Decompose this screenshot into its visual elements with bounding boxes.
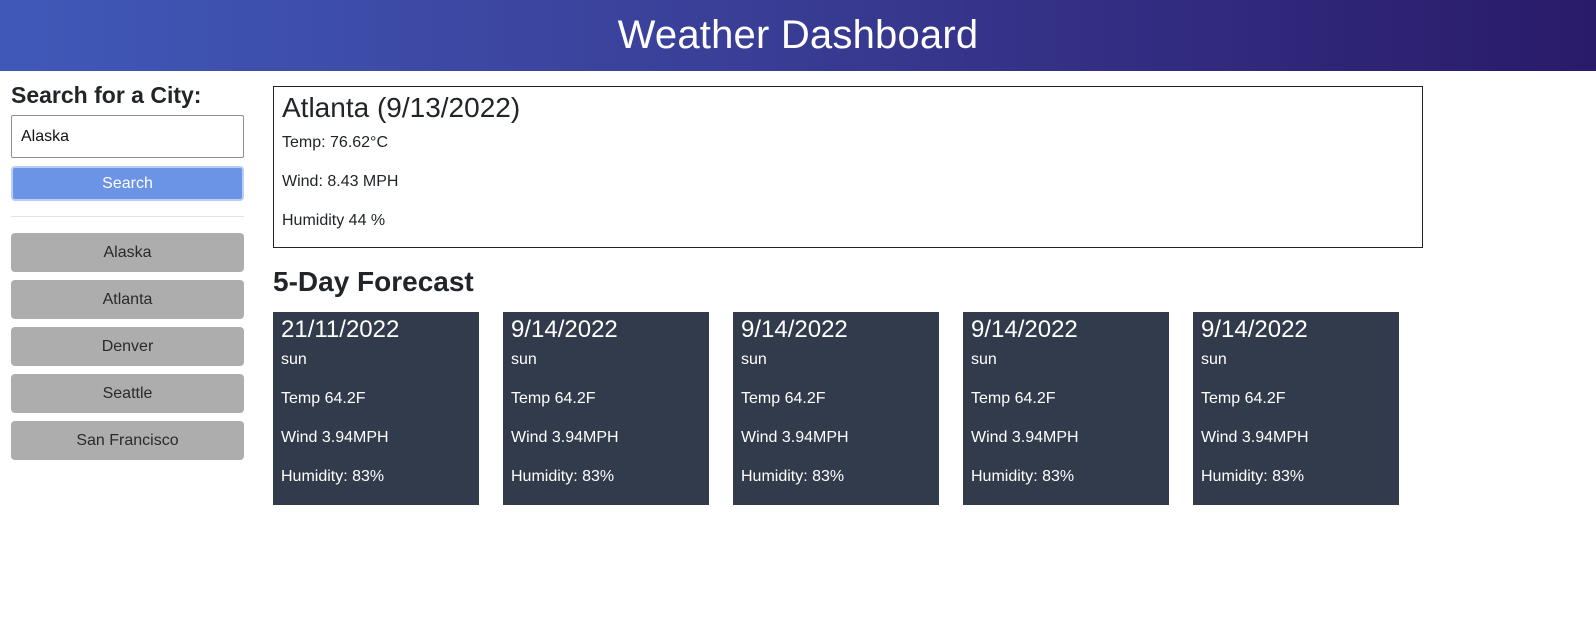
forecast-condition: sun (281, 351, 307, 368)
forecast-wind: Wind 3.94MPH (971, 429, 1079, 446)
forecast-wind: Wind 3.94MPH (741, 429, 849, 446)
forecast-humidity: Humidity: 83% (511, 468, 615, 485)
forecast-condition: sun (1201, 351, 1227, 368)
page-header: Weather Dashboard (0, 0, 1596, 71)
current-city-date: Atlanta (9/13/2022) (282, 92, 521, 123)
sidebar-divider (11, 216, 244, 217)
sidebar: Search for a City: Search Alaska Atlanta… (11, 80, 244, 468)
current-weather-panel: Atlanta (9/13/2022) Temp: 76.62°C Wind: … (273, 86, 1423, 248)
history-button-seattle[interactable]: Seattle (11, 374, 244, 413)
forecast-humidity: Humidity: 83% (1201, 468, 1305, 485)
forecast-date: 9/14/2022 (971, 316, 1078, 343)
forecast-wind: Wind 3.94MPH (511, 429, 619, 446)
forecast-card: 9/14/2022 sun Temp 64.2F Wind 3.94MPH Hu… (963, 312, 1169, 505)
forecast-date: 21/11/2022 (281, 316, 400, 343)
current-wind: Wind: 8.43 MPH (282, 173, 399, 190)
page-title: Weather Dashboard (617, 13, 979, 57)
forecast-humidity: Humidity: 83% (281, 468, 385, 485)
search-button[interactable]: Search (11, 166, 244, 201)
forecast-heading: 5-Day Forecast (273, 266, 474, 297)
forecast-cards: 21/11/2022 sun Temp 64.2F Wind 3.94MPH H… (273, 312, 1399, 505)
forecast-wind: Wind 3.94MPH (281, 429, 389, 446)
forecast-temp: Temp 64.2F (1201, 390, 1286, 407)
forecast-temp: Temp 64.2F (281, 390, 366, 407)
forecast-humidity: Humidity: 83% (971, 468, 1075, 485)
forecast-condition: sun (741, 351, 767, 368)
forecast-date: 9/14/2022 (511, 316, 618, 343)
current-humidity: Humidity 44 % (282, 212, 386, 229)
history-button-denver[interactable]: Denver (11, 327, 244, 366)
forecast-humidity: Humidity: 83% (741, 468, 845, 485)
forecast-card: 9/14/2022 sun Temp 64.2F Wind 3.94MPH Hu… (733, 312, 939, 505)
forecast-temp: Temp 64.2F (511, 390, 596, 407)
search-heading: Search for a City: (11, 82, 202, 108)
forecast-temp: Temp 64.2F (741, 390, 826, 407)
forecast-condition: sun (511, 351, 537, 368)
forecast-wind: Wind 3.94MPH (1201, 429, 1309, 446)
forecast-condition: sun (971, 351, 997, 368)
forecast-date: 9/14/2022 (1201, 316, 1308, 343)
search-history-list: Alaska Atlanta Denver Seattle San Franci… (11, 233, 244, 460)
forecast-temp: Temp 64.2F (971, 390, 1056, 407)
current-temp: Temp: 76.62°C (282, 134, 389, 151)
history-button-alaska[interactable]: Alaska (11, 233, 244, 272)
forecast-card: 9/14/2022 sun Temp 64.2F Wind 3.94MPH Hu… (1193, 312, 1399, 505)
forecast-date: 9/14/2022 (741, 316, 848, 343)
forecast-card: 21/11/2022 sun Temp 64.2F Wind 3.94MPH H… (273, 312, 479, 505)
city-search-input[interactable] (11, 115, 244, 158)
history-button-san-francisco[interactable]: San Francisco (11, 421, 244, 460)
forecast-card: 9/14/2022 sun Temp 64.2F Wind 3.94MPH Hu… (503, 312, 709, 505)
history-button-atlanta[interactable]: Atlanta (11, 280, 244, 319)
